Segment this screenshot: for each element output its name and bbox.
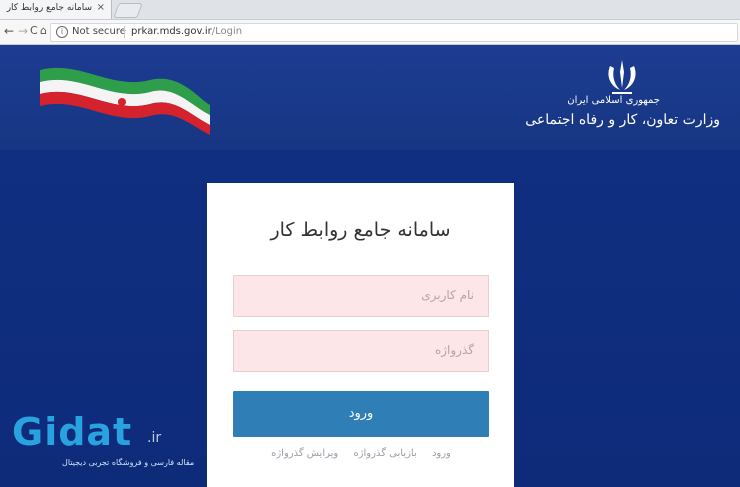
close-icon[interactable]: × bbox=[97, 2, 105, 13]
new-tab-button[interactable] bbox=[113, 3, 143, 18]
back-arrow-icon[interactable]: ← bbox=[4, 24, 14, 38]
ministry-logo-text: جمهوری اسلامی ایران وزارت تعاون، کار و ر… bbox=[520, 95, 720, 128]
reload-icon[interactable]: C bbox=[30, 24, 38, 37]
ministry-name-text: وزارت تعاون، کار و رفاه اجتماعی bbox=[525, 112, 720, 128]
divider bbox=[124, 26, 125, 38]
ministry-country-text: جمهوری اسلامی ایران bbox=[567, 95, 660, 106]
link-login[interactable]: ورود bbox=[432, 448, 451, 459]
url-host: prkar.mds.gov.ir bbox=[131, 26, 212, 37]
login-button[interactable]: ورود bbox=[233, 391, 489, 437]
browser-tab[interactable]: سامانه جامع روابط کار - × bbox=[0, 0, 112, 19]
browser-tab-bar: سامانه جامع روابط کار - × bbox=[0, 0, 740, 20]
url-path: /Login bbox=[211, 26, 243, 37]
watermark-name: Gidat bbox=[12, 410, 133, 454]
watermark-subtitle: مقاله فارسی و فروشگاه تجربی دیجیتال bbox=[62, 458, 195, 467]
url-field[interactable]: i Not secure prkar.mds.gov.ir/Login bbox=[50, 23, 738, 42]
password-field[interactable]: گذرواژه bbox=[233, 330, 489, 372]
info-icon[interactable]: i bbox=[56, 26, 68, 38]
username-placeholder: نام کاربری bbox=[421, 288, 474, 302]
url-text[interactable]: prkar.mds.gov.ir/Login bbox=[131, 26, 242, 37]
tab-title: سامانه جامع روابط کار - bbox=[4, 3, 92, 13]
watermark-tld: .ir bbox=[147, 430, 162, 446]
address-bar: ← → C ⌂ i Not secure prkar.mds.gov.ir/Lo… bbox=[0, 20, 740, 45]
password-placeholder: گذرواژه bbox=[434, 343, 474, 357]
login-links: ورود بازیابی گذرواژه ویرایش گذرواژه bbox=[233, 448, 489, 459]
security-indicator[interactable]: Not secure bbox=[72, 26, 126, 37]
iran-flag-icon bbox=[40, 67, 210, 135]
emblem-icon bbox=[608, 60, 636, 94]
link-recover-password[interactable]: بازیابی گذرواژه bbox=[353, 448, 416, 459]
watermark-logo: Gidat .ir مقاله فارسی و فروشگاه تجربی دی… bbox=[12, 410, 194, 467]
forward-arrow-icon[interactable]: → bbox=[18, 24, 28, 38]
page-title: سامانه جامع روابط کار bbox=[270, 219, 451, 241]
login-card: سامانه جامع روابط کار نام کاربری گذرواژه… bbox=[207, 183, 514, 487]
home-icon[interactable]: ⌂ bbox=[40, 24, 47, 37]
link-edit-password[interactable]: ویرایش گذرواژه bbox=[271, 448, 338, 459]
username-field[interactable]: نام کاربری bbox=[233, 275, 489, 317]
